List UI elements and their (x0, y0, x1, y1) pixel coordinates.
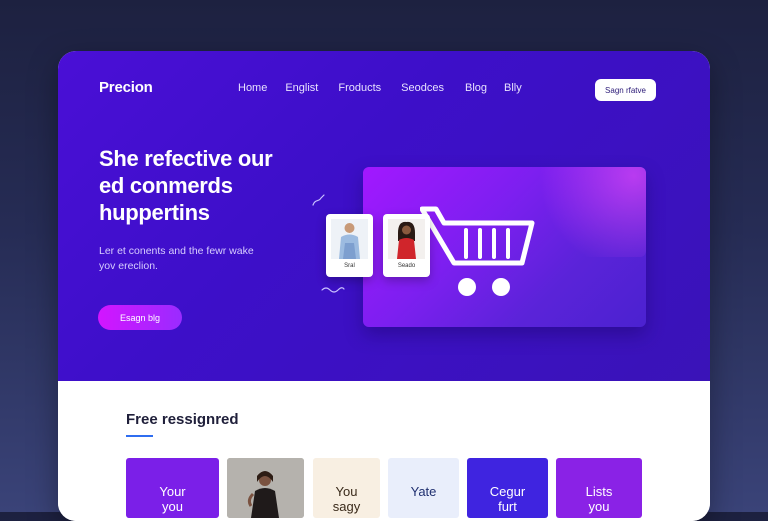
feature-tile[interactable] (227, 458, 304, 518)
nav-item-home[interactable]: Home (238, 82, 267, 94)
feature-tile-label: Lists you (585, 484, 613, 514)
hero-headline-line: She refective our (99, 146, 273, 171)
hero-headline: She refective our ed conmerds huppertins (99, 145, 329, 226)
nav-item-blog[interactable]: Blog (465, 82, 487, 94)
feature-tile[interactable]: You sagy (313, 458, 380, 518)
shopping-cart-icon (420, 206, 535, 296)
feature-tile[interactable]: Yate (388, 458, 459, 518)
product-card[interactable]: Seado (383, 214, 430, 277)
nav-item-blly[interactable]: Blly (504, 82, 522, 94)
feature-tile-label: Yate (410, 484, 437, 499)
hero-section: Precion Home Englist Froducts Seodces Bl… (58, 51, 710, 381)
main-nav: Home Englist Froducts Seodces Blog Blly (238, 82, 522, 94)
cta-button[interactable]: Esagn blg (98, 305, 182, 330)
product-card-label: Sral (344, 263, 355, 269)
hero-headline-line: ed conmerds (99, 173, 233, 198)
feature-tile[interactable]: Lists you (556, 458, 642, 518)
section-title: Free ressignred (126, 411, 239, 428)
section-title-underline (126, 435, 153, 437)
hero-subtext-line: Ler et conents and the fewr wake (99, 245, 254, 257)
tile-image-person (227, 458, 304, 518)
product-card[interactable]: Sral (326, 214, 373, 277)
feature-tile[interactable]: Cegur furt (467, 458, 548, 518)
panel-glow (526, 167, 646, 257)
features-section: Free ressignred Your you You sagy Yate C… (58, 381, 710, 521)
nav-item-englist[interactable]: Englist (285, 82, 318, 94)
signup-button[interactable]: Sagn rfatve (595, 79, 656, 101)
sparkle-decoration (312, 194, 325, 206)
nav-item-seodces[interactable]: Seodces (401, 82, 444, 94)
product-card-label: Seado (397, 263, 416, 269)
feature-tile[interactable]: Your you (126, 458, 219, 518)
product-image-man (331, 219, 368, 259)
hero-subtext-line: yov ereclion. (99, 260, 158, 272)
feature-tile-label: Your you (159, 484, 186, 514)
hero-headline-line: huppertins (99, 200, 210, 225)
hero-subtext: Ler et conents and the fewr wake yov ere… (99, 244, 299, 274)
product-image-woman (388, 219, 425, 259)
browser-frame: Precion Home Englist Froducts Seodces Bl… (58, 51, 710, 521)
wave-decoration (321, 287, 345, 293)
brand-logo[interactable]: Precion (99, 79, 153, 96)
feature-tile-label: You sagy (332, 484, 361, 514)
feature-tile-label: Cegur furt (489, 484, 526, 514)
nav-item-froducts[interactable]: Froducts (338, 82, 381, 94)
